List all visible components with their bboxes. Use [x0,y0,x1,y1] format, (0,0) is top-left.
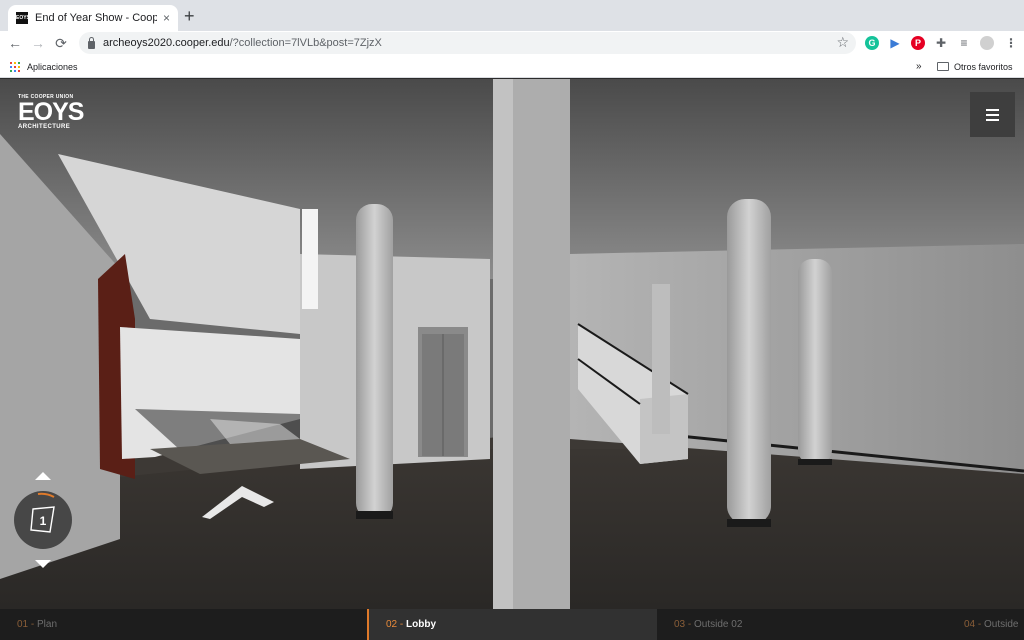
scene-tab-outside[interactable]: 04 - Outside [947,609,1024,640]
close-tab-icon[interactable]: × [163,11,170,25]
back-button[interactable]: ← [6,34,24,52]
menu-bar-icon [986,113,999,116]
panorama-viewer[interactable]: THE COOPER UNION EOYS ARCHITECTURE 1 [0,79,1024,609]
floor-down-arrow-icon[interactable] [35,560,51,568]
forward-button[interactable]: → [29,34,47,52]
new-tab-button[interactable]: + [184,6,195,26]
media-queue-icon[interactable]: ≡ [957,36,971,50]
pinterest-icon[interactable]: P [911,36,925,50]
scene-label: Lobby [406,619,437,630]
scene-number: 04 - [964,619,982,630]
scene-navigation: 01 - Plan 02 - Lobby 03 - Outside 02 04 … [0,609,1024,640]
extension-flag-icon[interactable]: ▶ [888,36,902,50]
bookmarks-overflow-button[interactable]: » [916,61,922,72]
floor-up-arrow-icon[interactable] [35,472,51,480]
scene-number: 03 - [674,619,692,630]
logo-main-text: EOYS [18,98,84,126]
floor-number: 1 [39,514,47,528]
scene-label: Plan [37,619,58,630]
hamburger-menu-button[interactable] [970,92,1015,137]
address-bar[interactable]: archeoys2020.cooper.edu /?collection=7lV… [79,32,856,54]
floor-selector: 1 [14,472,72,572]
other-bookmarks-label[interactable]: Otros favoritos [954,62,1013,72]
scene-tab-plan[interactable]: 01 - Plan [0,609,367,640]
url-host: archeoys2020.cooper.edu [103,37,230,49]
browser-tab[interactable]: EOYS End of Year Show - Cooper Union × [8,5,178,31]
tab-title: End of Year Show - Cooper Union [35,12,157,24]
scene-number: 02 - [386,619,404,630]
site-favicon: EOYS [16,12,30,24]
profile-avatar-icon[interactable] [980,36,994,50]
bookmark-star-icon[interactable]: ☆ [836,34,849,51]
scene-number: 01 - [17,619,35,630]
eoys-logo[interactable]: THE COOPER UNION EOYS ARCHITECTURE [18,94,84,130]
scene-tab-outside-02[interactable]: 03 - Outside 02 [657,609,947,640]
reload-button[interactable]: ⟳ [52,34,70,52]
menu-bar-icon [986,108,999,111]
grammarly-icon[interactable]: G [865,36,879,50]
menu-bar-icon [986,118,999,121]
browser-toolbar: ← → ⟳ archeoys2020.cooper.edu /?collecti… [0,31,1024,56]
scene-tab-lobby[interactable]: 02 - Lobby [367,609,657,640]
lobby-panorama-scene [0,79,1024,609]
puzzle-icon[interactable]: ✚ [934,36,948,50]
bookmarks-bar: Aplicaciones » Otros favoritos [0,56,1024,78]
scene-label: Outside [984,619,1019,630]
lock-icon [88,36,95,49]
folder-icon [937,62,949,71]
scene-label: Outside 02 [694,619,743,630]
apps-bookmark-label[interactable]: Aplicaciones [27,62,78,72]
more-menu-icon[interactable]: ⋮ [1004,36,1018,50]
browser-tab-strip: EOYS End of Year Show - Cooper Union × + [0,0,1024,31]
url-path: /?collection=7lVLb&post=7ZjzX [229,37,382,49]
apps-grid-icon[interactable] [10,62,20,72]
